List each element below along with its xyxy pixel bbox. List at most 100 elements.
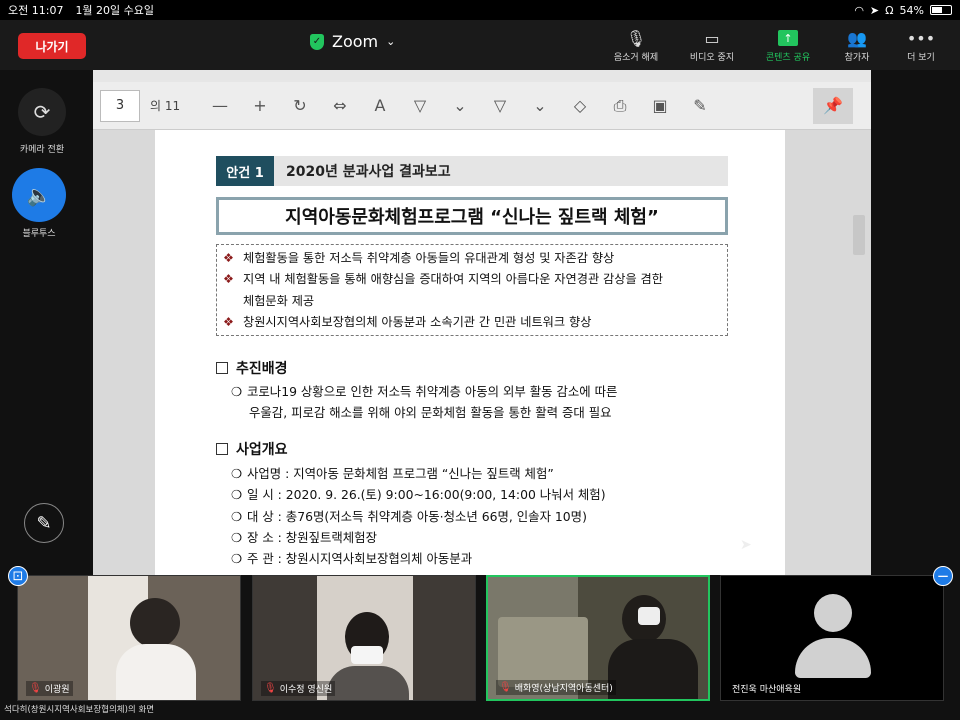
- participant-tile[interactable]: 전진욱 마산애육원: [720, 575, 944, 701]
- mic-off-icon: 🎙: [499, 682, 512, 693]
- participant-tile-active-speaker[interactable]: 🎙 배화영(상남지역아동센터): [486, 575, 710, 701]
- circle-bullet-icon: ❍: [231, 487, 243, 503]
- participant-name: 🎙 이수정 영신원: [261, 681, 336, 696]
- save-as-icon[interactable]: ✎: [680, 88, 720, 124]
- mic-off-icon: 🎙: [625, 28, 647, 48]
- list-item: ❍ 일 시 : 2020. 9. 26.(토) 9:00~16:00(9:00, …: [231, 484, 606, 505]
- date: 1월 20일 수요일: [75, 4, 155, 17]
- mic-off-icon: 🎙: [264, 683, 277, 694]
- participant-tile[interactable]: 🎙 이광원: [17, 575, 241, 701]
- unmute-button[interactable]: 🎙 음소거 해제: [601, 26, 671, 64]
- participant-name: 🎙 배화영(상남지역아동센터): [496, 680, 616, 695]
- list-item: 우울감, 피로감 해소를 위해 야외 문화체험 활동을 통한 활력 증대 필요: [249, 405, 612, 421]
- diamond-icon: ❖: [223, 315, 234, 330]
- camera-switch-icon: ⟳: [18, 88, 66, 136]
- chevron-down-icon[interactable]: ⌄: [440, 88, 480, 124]
- checkbox-square-icon: [216, 362, 228, 374]
- list-item: ❍ 코로나19 상황으로 인한 저소득 취약계층 아동의 외부 활동 감소에 따른: [231, 381, 617, 402]
- print-icon[interactable]: ⎙: [600, 88, 640, 124]
- section-heading: 추진배경: [216, 358, 288, 378]
- leave-button[interactable]: 나가기: [18, 33, 86, 59]
- highlight-icon[interactable]: ▽: [480, 88, 520, 124]
- document-page: 안건 1 2020년 분과사업 결과보고 지역아동문화체험프로그램 “신나는 짚…: [155, 130, 785, 575]
- minimize-icon[interactable]: −: [933, 566, 953, 586]
- list-item: 체험문화 제공: [243, 293, 315, 308]
- participant-body: [608, 639, 698, 699]
- video-object: [498, 617, 588, 687]
- wifi-icon: ◠: [854, 3, 864, 17]
- list-item: ❖ 지역 내 체험활동을 통해 애향심을 증대하여 지역의 아름다운 자연경관 감…: [223, 269, 721, 290]
- stop-video-button[interactable]: ▭ 비디오 중지: [677, 26, 747, 64]
- screen-share-label: 석다히(창원시지역사회보장협의체)의 화면: [4, 705, 155, 715]
- list-item: ❍ 사업명 : 지역아동 문화체험 프로그램 “신나는 짚트랙 체험”: [231, 463, 606, 484]
- agenda-title: 2020년 분과사업 결과보고: [286, 164, 451, 180]
- bluetooth-button[interactable]: 🔈 블루투스: [12, 168, 66, 239]
- zoom-out-icon[interactable]: —: [200, 88, 240, 124]
- diamond-icon: ❖: [223, 272, 234, 287]
- meeting-title[interactable]: ✓ Zoom ⌄: [310, 32, 395, 51]
- section-heading: 사업개요: [216, 439, 288, 459]
- battery-percent: 54%: [899, 3, 924, 17]
- mic-off-icon: 🎙: [29, 683, 42, 694]
- clock: 오전 11:07: [8, 4, 64, 17]
- participant-name: 전진욱 마산애육원: [729, 681, 805, 696]
- pdf-toolbar: 3 의 11 — + ↻ ⇔ A ▽ ⌄ ▽ ⌄ ◇ ⎙ ▣ ✎ 📌: [93, 82, 871, 130]
- participant-body: [327, 666, 409, 700]
- fit-width-icon[interactable]: ⇔: [320, 88, 360, 124]
- agenda-header: 안건 1 2020년 분과사업 결과보고: [216, 156, 728, 186]
- battery-icon: [930, 5, 952, 15]
- browser-strip: [93, 70, 871, 82]
- page-number-input[interactable]: 3: [100, 89, 140, 122]
- list-item: ❖ 체험활동을 통한 저소득 취약계층 아동들의 유대관계 형성 및 자존감 향상: [223, 248, 721, 269]
- participant-name: 🎙 이광원: [26, 681, 73, 696]
- more-button[interactable]: ••• 더 보기: [886, 26, 956, 64]
- speaker-bluetooth-icon: 🔈: [12, 168, 66, 222]
- zoom-in-icon[interactable]: +: [240, 88, 280, 124]
- diamond-icon: ❖: [223, 251, 234, 265]
- eraser-icon[interactable]: ◇: [560, 88, 600, 124]
- people-icon: 👥: [847, 28, 867, 48]
- save-icon[interactable]: ▣: [640, 88, 680, 124]
- share-content-button[interactable]: ↑ 콘텐츠 공유: [753, 26, 823, 63]
- mouse-cursor-icon: ➤: [740, 537, 752, 553]
- more-icon: •••: [906, 28, 936, 48]
- chevron-down-icon[interactable]: ⌄: [520, 88, 560, 124]
- page-count: 의 11: [150, 99, 181, 113]
- annotate-button[interactable]: ✎: [24, 503, 64, 543]
- participant-body: [116, 644, 196, 700]
- headphones-icon: Ω: [885, 3, 894, 17]
- read-aloud-icon[interactable]: A: [360, 88, 400, 124]
- circle-bullet-icon: ❍: [231, 551, 243, 567]
- participant-tile[interactable]: 🎙 이수정 영신원: [252, 575, 476, 701]
- program-title: 지역아동문화체험프로그램 “신나는 짚트랙 체험”: [216, 197, 728, 235]
- circle-bullet-icon: ❍: [231, 466, 243, 481]
- switch-camera-button[interactable]: ⟳ 카메라 전환: [18, 88, 66, 155]
- participant-head: [130, 598, 180, 648]
- list-item: ❍ 대 상 : 총76명(저소득 취약계층 아동·청소년 66명, 인솔자 10명…: [231, 506, 606, 527]
- share-indicator-icon[interactable]: ⊡: [8, 566, 28, 586]
- meeting-title-label: Zoom: [332, 32, 379, 51]
- circle-bullet-icon: ❍: [231, 384, 243, 399]
- agenda-tag: 안건 1: [216, 156, 274, 186]
- mask: [351, 646, 383, 664]
- scrollbar-thumb[interactable]: [853, 215, 865, 255]
- chevron-down-icon: ⌄: [386, 35, 396, 48]
- video-icon: ▭: [704, 28, 720, 48]
- pin-icon[interactable]: 📌: [813, 87, 853, 124]
- rotate-icon[interactable]: ↻: [280, 88, 320, 124]
- shield-icon: ✓: [310, 33, 324, 50]
- checkbox-square-icon: [216, 443, 228, 455]
- background-list: ❍ 코로나19 상황으로 인한 저소득 취약계층 아동의 외부 활동 감소에 따른…: [231, 381, 617, 424]
- circle-bullet-icon: ❍: [231, 529, 243, 545]
- draw-icon[interactable]: ▽: [400, 88, 440, 124]
- participants-button[interactable]: 👥 참가자: [822, 26, 892, 64]
- avatar: [795, 594, 871, 682]
- mask: [638, 607, 660, 625]
- location-icon: ➤: [869, 3, 880, 17]
- goals-box: ❖ 체험활동을 통한 저소득 취약계층 아동들의 유대관계 형성 및 자존감 향상…: [216, 244, 728, 336]
- list-item: ❖ 창원시지역사회보장협의체 아동분과 소속기관 간 민관 네트워크 향상: [223, 312, 721, 333]
- overview-list: ❍ 사업명 : 지역아동 문화체험 프로그램 “신나는 짚트랙 체험” ❍ 일 시 …: [231, 463, 606, 570]
- status-bar: 오전 11:07 1월 20일 수요일 ◠ ➤ Ω 54%: [0, 0, 960, 20]
- meeting-toolbar: 나가기 ✓ Zoom ⌄ 🎙 음소거 해제 ▭ 비디오 중지 ↑ 콘텐츠 공유 …: [0, 20, 960, 70]
- list-item: ❍ 주 관 : 창원시지역사회보장협의체 아동분과: [231, 548, 606, 569]
